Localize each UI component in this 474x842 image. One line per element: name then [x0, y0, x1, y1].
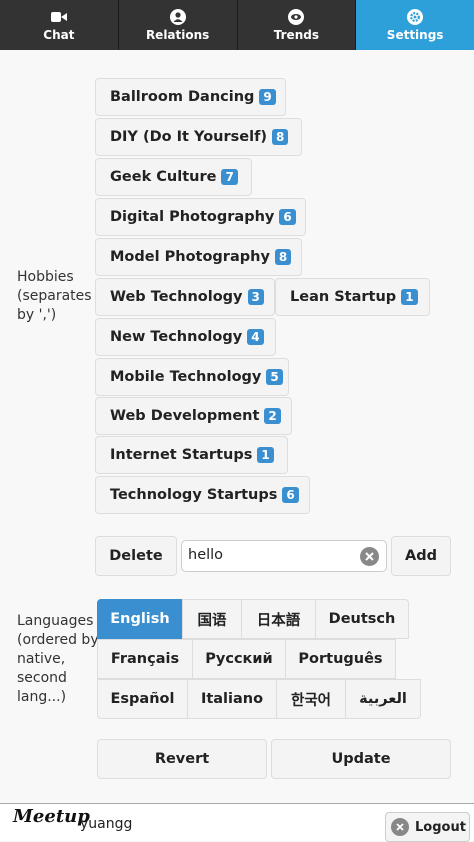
hobby-button[interactable]: Mobile Technology 5 — [95, 358, 289, 396]
logout-label: Logout — [415, 819, 466, 835]
top-nav: Chat Relations Trends Settings — [0, 0, 474, 50]
delete-button[interactable]: Delete — [95, 536, 177, 576]
count-badge: 1 — [257, 447, 274, 463]
language-option[interactable]: العربية — [345, 679, 421, 719]
clear-icon[interactable] — [360, 547, 379, 566]
eye-icon — [288, 8, 305, 25]
count-badge: 5 — [266, 369, 283, 385]
language-option[interactable]: 日本語 — [241, 599, 316, 639]
tab-label: Settings — [386, 27, 444, 42]
hobby-button[interactable]: Model Photography 8 — [95, 238, 302, 276]
count-badge: 8 — [274, 249, 292, 265]
update-button[interactable]: Update — [271, 739, 451, 779]
hobby-button[interactable]: Ballroom Dancing 9 — [95, 78, 286, 116]
hobby-button[interactable]: Geek Culture 7 — [95, 158, 252, 196]
logout-button[interactable]: Logout — [385, 812, 470, 842]
tab-label: Relations — [145, 27, 210, 42]
languages-label: Languages (ordered by native, second lan… — [17, 613, 99, 705]
add-button[interactable]: Add — [391, 536, 451, 576]
gear-icon — [407, 8, 424, 25]
language-option[interactable]: Português — [285, 639, 396, 679]
count-badge: 8 — [272, 129, 289, 145]
person-icon — [169, 8, 186, 25]
hobby-button[interactable]: Lean Startup 1 — [275, 278, 430, 316]
hobby-button[interactable]: Web Development 2 — [95, 397, 292, 435]
tab-trends[interactable]: Trends — [238, 0, 357, 50]
hobby-input-wrap — [181, 540, 387, 572]
language-option[interactable]: Русский — [192, 639, 286, 679]
hobbies-label: Hobbies (separates by ',') — [17, 269, 92, 323]
close-icon — [391, 818, 409, 836]
hobby-input[interactable] — [182, 541, 358, 569]
count-badge: 2 — [264, 408, 281, 424]
language-option[interactable]: Deutsch — [315, 599, 409, 639]
count-badge: 3 — [247, 289, 264, 305]
hobby-button[interactable]: Technology Startups 6 — [95, 476, 310, 514]
hobby-button[interactable]: Internet Startups 1 — [95, 436, 288, 474]
language-option[interactable]: Español — [97, 679, 188, 719]
language-option[interactable]: Français — [97, 639, 193, 679]
count-badge: 1 — [401, 289, 418, 305]
count-badge: 9 — [259, 89, 276, 105]
hobby-button[interactable]: Digital Photography 6 — [95, 198, 306, 236]
count-badge: 7 — [221, 169, 238, 185]
count-badge: 4 — [247, 329, 264, 345]
hobby-button[interactable]: Web Technology 3 — [95, 278, 275, 316]
language-option[interactable]: 한국어 — [276, 679, 346, 719]
language-option[interactable]: Italiano — [187, 679, 277, 719]
language-option-english[interactable]: English — [97, 599, 183, 639]
revert-button[interactable]: Revert — [97, 739, 267, 779]
hobby-button[interactable]: DIY (Do It Yourself) 8 — [95, 118, 302, 156]
tab-label: Chat — [43, 27, 75, 42]
hobby-button[interactable]: New Technology 4 — [95, 318, 276, 356]
username: yuangg — [80, 816, 133, 832]
tab-label: Trends — [273, 27, 319, 42]
meetup-logo: Meetup — [13, 806, 90, 827]
tab-relations[interactable]: Relations — [119, 0, 238, 50]
tab-settings[interactable]: Settings — [356, 0, 474, 50]
language-option[interactable]: 国语 — [182, 599, 242, 639]
tab-chat[interactable]: Chat — [0, 0, 119, 50]
count-badge: 6 — [282, 487, 299, 503]
video-camera-icon — [50, 9, 67, 25]
count-badge: 6 — [279, 209, 296, 225]
